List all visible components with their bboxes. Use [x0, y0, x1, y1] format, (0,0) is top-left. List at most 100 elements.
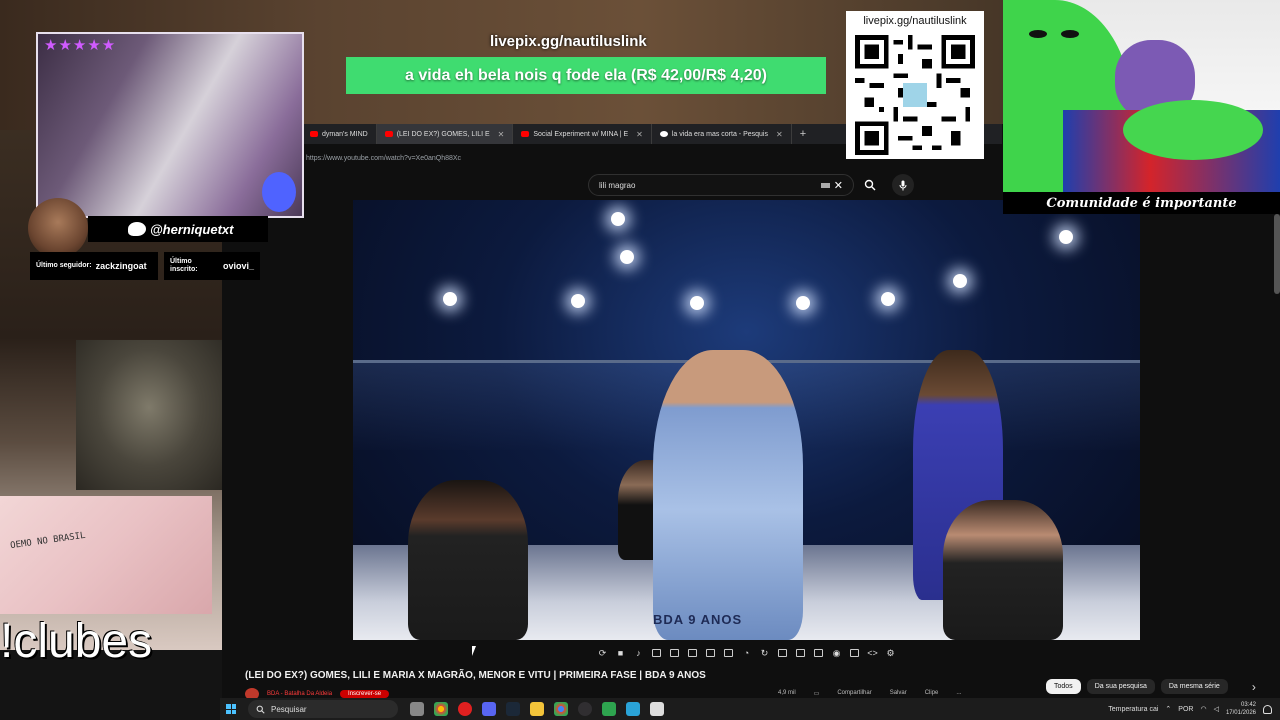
frog-eye [1061, 30, 1079, 38]
tab-label: (LEI DO EX?) GOMES, LILI E [396, 130, 490, 138]
twitter-handle: @herniquetxt [150, 221, 234, 237]
discord-icon[interactable] [482, 702, 496, 716]
taskbar-search[interactable]: Pesquisar [248, 700, 398, 718]
telegram-icon[interactable] [626, 702, 640, 716]
chevron-right-icon[interactable]: › [1252, 680, 1256, 694]
tab-4[interactable]: la vida era mas corta - Pesquis ✕ [652, 124, 792, 144]
split-icon[interactable] [812, 647, 825, 659]
loop-icon[interactable]: ↻ [758, 647, 771, 659]
meme-image: Comunidade é importante [1003, 0, 1280, 214]
close-tab-icon[interactable]: ✕ [776, 130, 783, 139]
chip-all[interactable]: Todos [1046, 679, 1081, 694]
save-button[interactable]: Salvar [890, 690, 907, 697]
last-sub-label: Último inscrito: [170, 258, 198, 273]
taskbar-apps [410, 702, 664, 716]
chip-same-series[interactable]: Da mesma série [1160, 679, 1228, 694]
task-view-icon[interactable] [410, 702, 424, 716]
close-tab-icon[interactable]: ✕ [636, 130, 643, 139]
steam-icon[interactable] [506, 702, 520, 716]
stage-light [571, 294, 585, 308]
tab-label: Social Experiment w/ MINA | E [533, 130, 629, 138]
clear-search-icon[interactable]: ✕ [834, 179, 843, 192]
spreadsheet-icon[interactable] [602, 702, 616, 716]
clock[interactable]: 03:42 17/01/2026 [1226, 701, 1256, 717]
video-title: (LEI DO EX?) GOMES, LILI E MARIA X MAGRÃ… [245, 670, 706, 681]
person-interpreter [408, 480, 528, 640]
tab-2[interactable]: (LEI DO EX?) GOMES, LILI E ✕ [376, 124, 514, 144]
google-favicon-icon [659, 131, 668, 137]
file-explorer-icon[interactable] [530, 702, 544, 716]
speed-icon[interactable]: ◔ [740, 647, 753, 659]
clip-button[interactable]: Clipe [925, 690, 939, 697]
chapters-icon[interactable] [668, 647, 681, 659]
replay-icon[interactable]: ⟳ [596, 647, 609, 659]
tab-label: dyman's MIND [322, 130, 368, 138]
keyboard-icon[interactable] [820, 182, 830, 188]
notification-bell-icon[interactable] [1263, 704, 1272, 714]
social-overlay: @herniquetxt Último seguidor: zackzingoa… [18, 190, 288, 290]
stage-light [881, 292, 895, 306]
chevron-up-icon[interactable]: ⌃ [1165, 705, 1171, 713]
vivaldi-icon[interactable] [458, 702, 472, 716]
chrome-icon[interactable] [434, 702, 448, 716]
audio-icon[interactable]: ♪ [632, 647, 645, 659]
code-icon[interactable]: <> [866, 647, 879, 659]
youtube-search-input[interactable]: lili magrao ✕ [588, 174, 854, 196]
chat-command-text: !clubes [0, 615, 153, 668]
graffiti-photo: OEMO NO BRASIL [0, 496, 212, 614]
crop-icon[interactable] [722, 647, 735, 659]
channel-name[interactable]: BDA - Batalha Da Aldeia [267, 691, 332, 697]
green-hand [1123, 100, 1263, 160]
time: 03:42 [1240, 702, 1256, 708]
close-tab-icon[interactable]: ✕ [498, 130, 505, 139]
camera-icon[interactable]: ◉ [830, 647, 843, 659]
theater-icon[interactable] [704, 647, 717, 659]
new-tab-button[interactable]: + [792, 124, 814, 144]
url-text: https://www.youtube.com/watch?v=Xe0anQh8… [306, 154, 462, 162]
video-player[interactable]: BDA 9 ANOS [353, 200, 1140, 640]
pip-icon[interactable] [794, 647, 807, 659]
microphone-icon [899, 180, 907, 190]
youtube-favicon-icon [521, 131, 530, 137]
obs-icon[interactable] [578, 702, 592, 716]
streamer-avatar [28, 198, 88, 258]
frog-eye [1029, 30, 1047, 38]
search-button[interactable] [858, 174, 882, 196]
language-indicator[interactable]: POR [1178, 706, 1193, 713]
chip-from-search[interactable]: Da sua pesquisa [1086, 679, 1155, 694]
wifi-icon[interactable]: ◠ [1200, 705, 1206, 713]
screenshot-icon[interactable] [776, 647, 789, 659]
search-icon [864, 179, 876, 191]
like-button[interactable]: 4,9 mil [778, 690, 796, 697]
gallery-icon[interactable] [848, 647, 861, 659]
last-follower-box: Último seguidor: zackzingoat [30, 252, 158, 280]
chrome-icon[interactable] [554, 702, 568, 716]
more-button[interactable]: ... [956, 690, 961, 697]
meme-caption: Comunidade é importante [1003, 192, 1280, 214]
dislike-button[interactable]: ▭ [814, 690, 820, 697]
page-scrollbar[interactable] [1274, 214, 1280, 294]
gear-icon[interactable]: ⚙ [884, 647, 897, 659]
qr-panel: livepix.gg/nautiluslink [846, 11, 984, 159]
twitter-box: @herniquetxt [88, 216, 268, 242]
miniplayer-icon[interactable] [686, 647, 699, 659]
start-button[interactable] [222, 700, 240, 718]
mouse-cursor-icon [472, 646, 480, 656]
stop-icon[interactable]: ■ [614, 647, 627, 659]
volume-icon[interactable]: ◁ [1214, 705, 1219, 713]
youtube-favicon-icon [384, 131, 393, 137]
app-icon[interactable] [650, 702, 664, 716]
stage-light [611, 212, 625, 226]
recommendation-filters: Todos Da sua pesquisa Da mesma série › [1046, 679, 1256, 694]
weather-widget[interactable]: Temperatura cai [1108, 706, 1158, 713]
tab-3[interactable]: Social Experiment w/ MINA | E ✕ [513, 124, 652, 144]
tab-1[interactable]: dyman's MIND [302, 124, 377, 144]
person-host [943, 500, 1063, 640]
voice-search-button[interactable] [892, 174, 914, 196]
subscribe-button[interactable]: Inscrever-se [340, 690, 390, 698]
share-button[interactable]: Compartilhar [837, 690, 871, 697]
donation-message: a vida eh bela nois q fode ela (R$ 42,00… [405, 66, 767, 84]
system-tray: Temperatura cai ⌃ POR ◠ ◁ 03:42 17/01/20… [1108, 701, 1280, 717]
graffiti-text: OEMO NO BRASIL [9, 530, 87, 552]
subtitles-icon[interactable] [650, 647, 663, 659]
